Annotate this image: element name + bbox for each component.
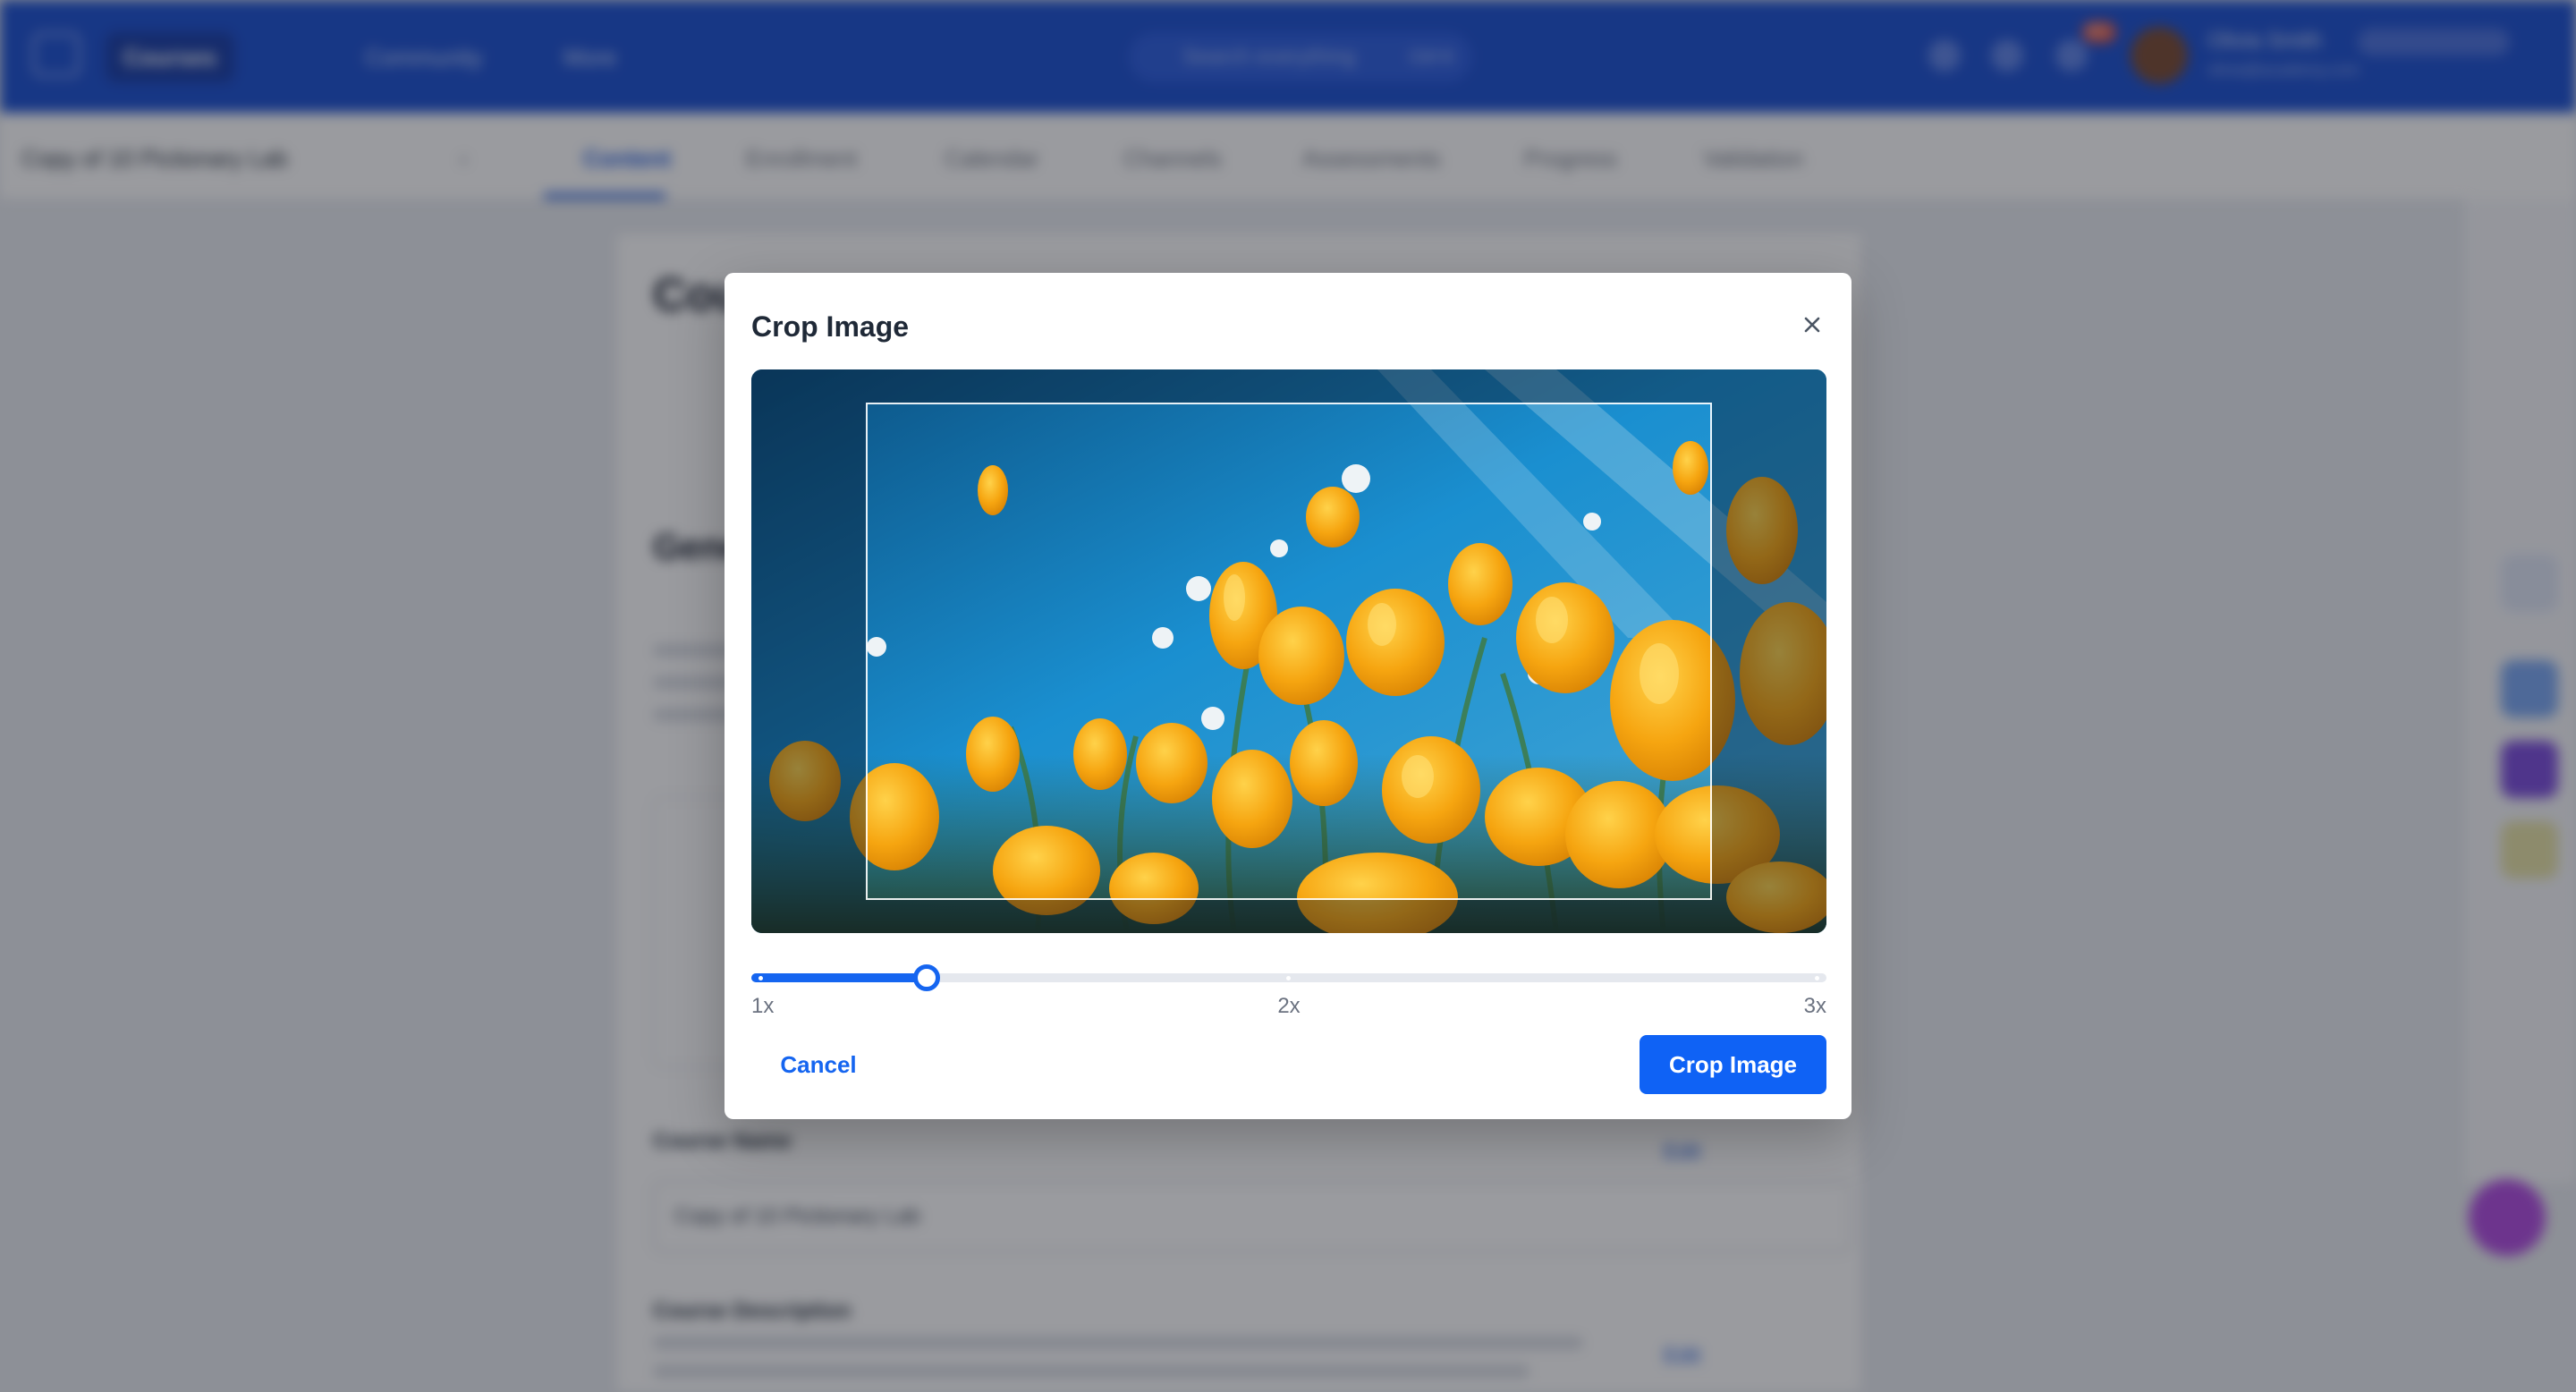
close-icon[interactable] <box>1792 305 1832 344</box>
slider-tick-2x <box>1286 976 1291 980</box>
zoom-max-label: 3x <box>1803 994 1826 1018</box>
modal-title: Crop Image <box>751 310 910 343</box>
crop-selection-frame[interactable] <box>866 403 1712 900</box>
zoom-mid-label: 2x <box>1277 994 1301 1018</box>
cancel-button[interactable]: Cancel <box>751 1035 886 1094</box>
crop-image-button[interactable]: Crop Image <box>1640 1035 1826 1094</box>
zoom-min-label: 1x <box>751 994 775 1018</box>
crop-canvas[interactable] <box>751 369 1826 933</box>
slider-thumb[interactable] <box>913 964 941 991</box>
slider-fill <box>751 973 928 982</box>
crop-image-modal: Crop Image 1x 2x 3x Cancel Crop Image <box>724 273 1852 1119</box>
slider-tick-3x <box>1815 976 1819 980</box>
slider-tick-1x <box>758 976 763 980</box>
